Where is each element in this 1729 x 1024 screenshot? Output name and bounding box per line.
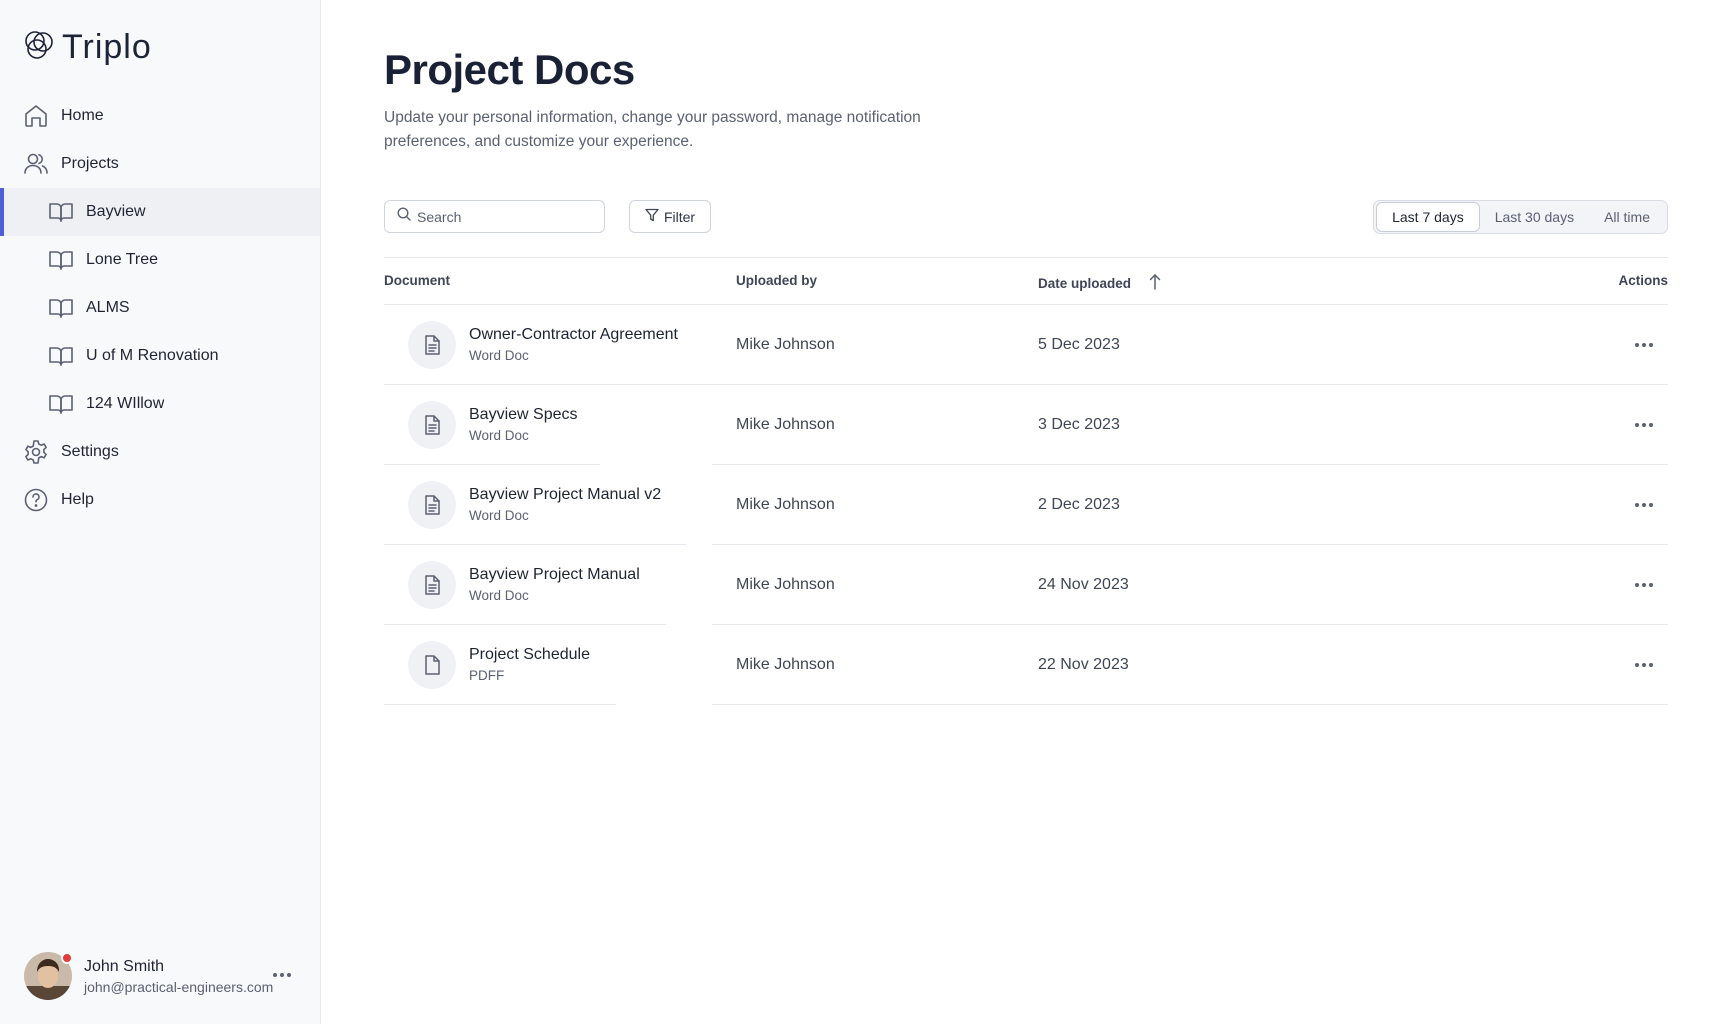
date-uploaded: 22 Nov 2023	[1038, 656, 1129, 673]
document-type: Word Doc	[469, 588, 529, 603]
search-input[interactable]	[417, 208, 597, 225]
table-row[interactable]: Bayview Project Manual Word Doc Mike Joh…	[384, 545, 1668, 625]
search-box[interactable]	[384, 200, 605, 233]
range-last-30-days[interactable]: Last 30 days	[1480, 202, 1589, 232]
document-name[interactable]: Owner-Contractor Agreement	[469, 326, 678, 344]
sidebar-item-bayview[interactable]: Bayview	[0, 188, 320, 236]
more-horizontal-icon[interactable]	[1632, 575, 1656, 595]
filter-icon	[645, 208, 664, 225]
column-header-date-uploaded[interactable]: Date uploaded	[1038, 273, 1163, 294]
sidebar-item-help[interactable]: Help	[0, 476, 320, 524]
document-name[interactable]: Bayview Project Manual v2	[469, 486, 661, 504]
sidebar-item-settings[interactable]: Settings	[0, 428, 320, 476]
sidebar-item-projects[interactable]: Projects	[0, 140, 320, 188]
document-name[interactable]: Bayview Project Manual	[469, 566, 640, 584]
sidebar-item-u-of-m-renovation[interactable]: U of M Renovation	[0, 332, 320, 380]
filter-label: Filter	[663, 208, 696, 225]
uploaded-by: Mike Johnson	[736, 576, 835, 593]
range-last-7-days[interactable]: Last 7 days	[1376, 202, 1480, 232]
status-indicator	[61, 952, 73, 964]
user-profile: John Smith john@practical-engineers.com	[24, 951, 304, 1001]
page-title: Project Docs	[384, 46, 635, 93]
document-blank-icon	[408, 641, 456, 689]
app-name: Triplo	[62, 28, 152, 66]
home-icon	[23, 103, 49, 129]
document-type: PDFF	[469, 668, 505, 683]
date-range-toggle: Last 7 days Last 30 days All time	[1373, 200, 1668, 234]
sidebar-item-label: Projects	[61, 155, 119, 172]
column-header-actions: Actions	[1618, 273, 1668, 288]
column-header-uploaded-by[interactable]: Uploaded by	[736, 273, 817, 288]
user-email: john@practical-engineers.com	[84, 978, 274, 995]
table-row[interactable]: Bayview Specs Word Doc Mike Johnson 3 De…	[384, 385, 1668, 465]
sidebar-item-label: ALMS	[86, 299, 130, 316]
column-header-document[interactable]: Document	[384, 273, 450, 288]
row-divider	[384, 704, 616, 705]
sidebar-item-label: Settings	[61, 443, 119, 460]
table-row[interactable]: Owner-Contractor Agreement Word Doc Mike…	[384, 305, 1668, 385]
filter-button[interactable]: Filter	[629, 200, 711, 233]
row-divider	[712, 704, 1668, 705]
column-header-label: Date uploaded	[1038, 276, 1132, 291]
sidebar-item-label: Lone Tree	[86, 251, 159, 268]
search-icon	[397, 207, 411, 226]
date-uploaded: 5 Dec 2023	[1038, 336, 1120, 353]
help-circle-icon	[23, 487, 49, 513]
sidebar-item-lone-tree[interactable]: Lone Tree	[0, 236, 320, 284]
document-text-icon	[408, 481, 456, 529]
arrow-up-icon[interactable]	[1131, 273, 1163, 294]
uploaded-by: Mike Johnson	[736, 416, 835, 433]
document-type: Word Doc	[469, 428, 529, 443]
table-row[interactable]: Project Schedule PDFF Mike Johnson 22 No…	[384, 625, 1668, 705]
document-text-icon	[408, 321, 456, 369]
uploaded-by: Mike Johnson	[736, 336, 835, 353]
more-horizontal-icon[interactable]	[270, 965, 294, 985]
sidebar-item-alms[interactable]: ALMS	[0, 284, 320, 332]
more-horizontal-icon[interactable]	[1632, 655, 1656, 675]
sidebar-item-label: Home	[61, 107, 104, 124]
toolbar: Filter Last 7 days Last 30 days All time	[384, 200, 1668, 234]
page-subtitle: Update your personal information, change…	[384, 109, 921, 150]
sidebar-item-124-willow[interactable]: 124 WIllow	[0, 380, 320, 428]
uploaded-by: Mike Johnson	[736, 496, 835, 513]
document-name[interactable]: Project Schedule	[469, 646, 590, 664]
sidebar-nav: Home Projects Bayview Lone Tree ALMS U o…	[0, 92, 320, 524]
book-icon	[48, 295, 74, 321]
sidebar-item-label: 124 WIllow	[86, 395, 165, 412]
more-horizontal-icon[interactable]	[1632, 495, 1656, 515]
book-icon	[48, 343, 74, 369]
document-text-icon	[408, 561, 456, 609]
triplo-logo-icon	[22, 28, 56, 67]
document-type: Word Doc	[469, 348, 529, 363]
more-horizontal-icon[interactable]	[1632, 415, 1656, 435]
document-name[interactable]: Bayview Specs	[469, 406, 578, 424]
document-text-icon	[408, 401, 456, 449]
sidebar-item-home[interactable]: Home	[0, 92, 320, 140]
more-horizontal-icon[interactable]	[1632, 335, 1656, 355]
logo[interactable]: Triplo	[22, 28, 152, 67]
users-icon	[23, 151, 49, 177]
sidebar-item-label: Help	[61, 491, 94, 508]
sidebar-item-label: Bayview	[86, 203, 146, 220]
user-name: John Smith	[84, 957, 165, 975]
document-type: Word Doc	[469, 508, 529, 523]
gear-icon	[23, 439, 49, 465]
uploaded-by: Mike Johnson	[736, 656, 835, 673]
documents-table: Document Uploaded by Date uploaded Actio…	[384, 257, 1668, 705]
date-uploaded: 24 Nov 2023	[1038, 576, 1129, 593]
date-uploaded: 3 Dec 2023	[1038, 416, 1120, 433]
date-uploaded: 2 Dec 2023	[1038, 496, 1120, 513]
book-icon	[48, 199, 74, 225]
sidebar-item-label: U of M Renovation	[86, 347, 219, 364]
table-header: Document Uploaded by Date uploaded Actio…	[384, 257, 1668, 305]
sidebar: Triplo Home Projects Bayview Lone Tree A…	[0, 0, 321, 1024]
book-icon	[48, 391, 74, 417]
range-all-time[interactable]: All time	[1589, 202, 1665, 232]
table-row[interactable]: Bayview Project Manual v2 Word Doc Mike …	[384, 465, 1668, 545]
book-icon	[48, 247, 74, 273]
avatar[interactable]	[24, 952, 73, 1000]
